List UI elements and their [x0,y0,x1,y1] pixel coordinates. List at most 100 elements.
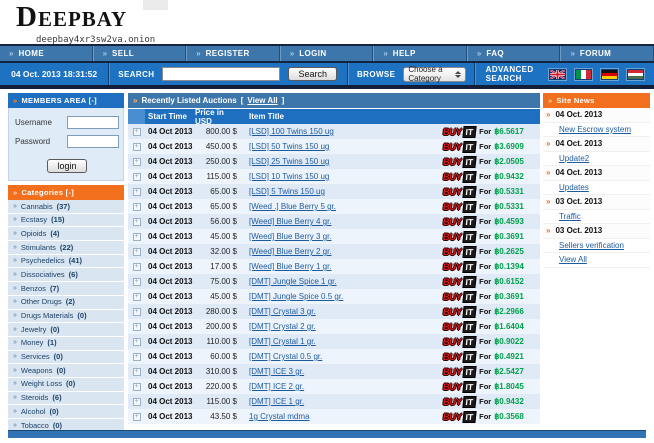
expand-icon[interactable]: + [133,383,141,391]
buy-it-button[interactable]: BUYIT [442,321,476,333]
expand-icon[interactable]: + [133,188,141,196]
buy-it-button[interactable]: BUYIT [442,306,476,318]
nav-item-sell[interactable]: » SELL [93,46,187,61]
auction-item-link[interactable]: [DMT] Jungle Spice 0.5 gr. [249,292,343,301]
buy-it-button[interactable]: BUYIT [442,351,476,363]
auction-item-link[interactable]: [DMT] ICE 3 gr. [249,367,304,376]
expand-icon[interactable]: + [133,203,141,211]
english-flag-icon[interactable] [549,69,566,80]
expand-icon[interactable]: + [133,413,141,421]
expand-icon[interactable]: + [133,158,141,166]
buy-it-button[interactable]: BUYIT [442,141,476,153]
buy-it-button[interactable]: BUYIT [442,396,476,408]
nav-item-login[interactable]: » LOGIN [280,46,374,61]
auction-item-link[interactable]: [DMT] Crystal 0.5 gr. [249,352,322,361]
auction-item-link[interactable]: [DMT] Crystal 3 gr. [249,307,316,316]
auction-item-link[interactable]: [Weed] Blue Berry 1 gr. [249,262,332,271]
expand-icon[interactable]: + [133,143,141,151]
expand-icon[interactable]: + [133,263,141,271]
buy-it-button[interactable]: BUYIT [442,261,476,273]
buy-it-button[interactable]: BUYIT [442,411,476,423]
sidebar-item-opioids[interactable]: » Opioids (4) [8,227,124,241]
expand-icon[interactable]: + [133,128,141,136]
nav-item-faq[interactable]: » FAQ [467,46,561,61]
nav-item-home[interactable]: » HOME [0,46,93,61]
nav-item-forum[interactable]: » FORUM [560,46,654,61]
password-field[interactable] [67,135,119,148]
expand-icon[interactable]: + [133,368,141,376]
sidebar-item-services[interactable]: » Services (0) [8,351,124,365]
category-select[interactable]: Choose a Category [403,67,465,82]
auction-item-link[interactable]: [Weed .] Blue Berry 5 gr. [249,202,336,211]
search-button[interactable]: Search [288,67,337,81]
buy-it-button[interactable]: BUYIT [442,366,476,378]
sidebar-item-benzos[interactable]: » Benzos (7) [8,282,124,296]
auction-item-link[interactable]: [DMT] Crystal 2 gr. [249,322,316,331]
sidebar-item-psychedelics[interactable]: » Psychedelics (41) [8,255,124,269]
auction-item-link[interactable]: [LSD] 5 Twins 150 ug [249,187,325,196]
username-field[interactable] [67,116,119,129]
buy-it-button[interactable]: BUYIT [442,171,476,183]
buy-it-button[interactable]: BUYIT [442,336,476,348]
buy-it-button[interactable]: BUYIT [442,156,476,168]
auction-item-link[interactable]: [DMT] Jungle Spice 1 gr. [249,277,337,286]
expand-icon[interactable]: + [133,308,141,316]
auction-item-link[interactable]: [LSD] 100 Twins 150 ug [249,127,334,136]
login-button[interactable]: login [47,159,86,173]
expand-icon[interactable]: + [133,293,141,301]
expand-icon[interactable]: + [133,233,141,241]
buy-it-button[interactable]: BUYIT [442,246,476,258]
auction-item-link[interactable]: [DMT] ICE 2 gr. [249,382,304,391]
news-view-all-link[interactable]: View All [559,255,587,264]
expand-icon[interactable]: + [133,338,141,346]
auction-item-link[interactable]: [Weed] Blue Berry 3 gr. [249,232,332,241]
members-area-header[interactable]: » MEMBERS AREA [-] [8,93,124,108]
sidebar-item-jewelry[interactable]: » Jewelry (0) [8,323,124,337]
sidebar-item-alcohol[interactable]: » Alcohol (0) [8,405,124,419]
auction-item-link[interactable]: [Weed] Blue Berry 2 gr. [249,247,332,256]
buy-it-button[interactable]: BUYIT [442,126,476,138]
expand-icon[interactable]: + [133,353,141,361]
sidebar-item-other-drugs[interactable]: » Other Drugs (2) [8,296,124,310]
sidebar-item-cannabis[interactable]: » Cannabis (37) [8,200,124,214]
buy-it-button[interactable]: BUYIT [442,201,476,213]
buy-it-button[interactable]: BUYIT [442,186,476,198]
sidebar-item-steroids[interactable]: » Steroids (6) [8,392,124,406]
italian-flag-icon[interactable] [575,69,592,80]
auctions-view-all-link[interactable]: View All [247,96,277,105]
buy-it-button[interactable]: BUYIT [442,231,476,243]
auction-item-link[interactable]: [DMT] ICE 1 gr. [249,397,304,406]
news-link[interactable]: Update2 [559,154,589,163]
buy-it-button[interactable]: BUYIT [442,276,476,288]
auction-item-link[interactable]: [LSD] 10 Twins 150 ug [249,172,329,181]
categories-header[interactable]: » Categories [-] [8,185,124,200]
expand-icon[interactable]: + [133,218,141,226]
auction-item-link[interactable]: [DMT] Crystal 1 gr. [249,337,316,346]
sidebar-item-drugs-materials[interactable]: » Drugs Materials (0) [8,310,124,324]
expand-icon[interactable]: + [133,173,141,181]
hungarian-flag-icon[interactable] [627,69,644,80]
sidebar-item-ecstasy[interactable]: » Ecstasy (15) [8,214,124,228]
sidebar-item-stimulants[interactable]: » Stimulants (22) [8,241,124,255]
news-link[interactable]: New Escrow system [559,125,631,134]
expand-icon[interactable]: + [133,398,141,406]
buy-it-button[interactable]: BUYIT [442,381,476,393]
advanced-search-link[interactable]: ADVANCED SEARCH [486,65,539,83]
auction-item-link[interactable]: [LSD] 25 Twins 150 ug [249,157,329,166]
sidebar-item-money[interactable]: » Money (1) [8,337,124,351]
buy-it-button[interactable]: BUYIT [442,216,476,228]
search-input[interactable] [162,67,280,81]
buy-it-button[interactable]: BUYIT [442,291,476,303]
nav-item-help[interactable]: » HELP [373,46,467,61]
news-link[interactable]: Updates [559,183,589,192]
news-link[interactable]: Sellers verification [559,241,624,250]
auction-item-link[interactable]: [LSD] 50 Twins 150 ug [249,142,329,151]
german-flag-icon[interactable] [601,69,618,80]
sidebar-item-weapons[interactable]: » Weapons (0) [8,364,124,378]
expand-icon[interactable]: + [133,278,141,286]
auction-item-link[interactable]: [Weed] Blue Berry 4 gr. [249,217,332,226]
news-link[interactable]: Traffic [559,212,581,221]
sidebar-item-dissociatives[interactable]: » Dissociatives (6) [8,268,124,282]
nav-item-register[interactable]: » REGISTER [186,46,280,61]
auction-item-link[interactable]: 1g Crystal mdma [249,412,309,421]
